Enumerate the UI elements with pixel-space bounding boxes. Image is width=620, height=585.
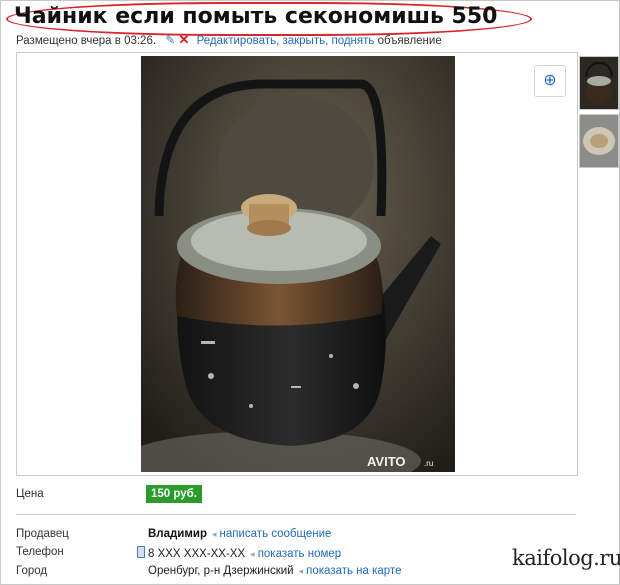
phone-number: 8 XXX XXX-XX-XX [148, 548, 246, 560]
meta-suffix: объявление [377, 35, 442, 47]
kettle-thumbnail-image [580, 57, 618, 109]
kettle-top-thumbnail-image [580, 115, 618, 167]
show-number-link[interactable]: показать номер [258, 548, 342, 560]
page-title: Чайник если помыть секономишь 550 [14, 4, 498, 29]
write-message-link[interactable]: написать сообщение [220, 528, 332, 540]
show-on-map-link[interactable]: показать на карте [306, 565, 401, 577]
city-row: Оренбург, р-н Дзержинский ◂ показать на ка… [148, 565, 401, 577]
thumbnail-2[interactable] [579, 114, 619, 168]
phone-icon [137, 546, 145, 558]
city-label: Город [16, 565, 48, 577]
city-value: Оренбург, р-н Дзержинский [148, 565, 294, 577]
arrow-left-icon: ◂ [250, 549, 255, 559]
avito-watermark: AVITO [367, 454, 406, 469]
kettle-image: AVITO .ru [141, 56, 455, 472]
edit-close-raise-link[interactable]: Редактировать, закрыть, поднять [197, 35, 375, 47]
pencil-icon[interactable]: ✎ [165, 33, 175, 47]
arrow-left-icon: ◂ [298, 566, 304, 576]
seller-name: Владимир [148, 528, 207, 540]
site-watermark: kaifolog.ru [512, 546, 620, 570]
ad-meta: Размещено вчера в 03:26. ✎ ✕ Редактирова… [16, 32, 442, 48]
phone-row: 8 XXX XXX-XX-XX ◂ показать номер [137, 546, 341, 560]
price-label: Цена [16, 488, 44, 500]
phone-label: Телефон [16, 546, 64, 558]
thumbnail-1[interactable] [579, 56, 619, 110]
divider [16, 514, 576, 515]
main-photo[interactable]: AVITO .ru [141, 56, 455, 472]
posted-time: Размещено вчера в 03:26. [16, 35, 157, 47]
seller-row: Владимир ◂ написать сообщение [148, 528, 331, 540]
arrow-left-icon: ◂ [211, 529, 217, 539]
photo-gallery: AVITO .ru ⊕ [16, 52, 578, 476]
seller-label: Продавец [16, 528, 69, 540]
delete-icon[interactable]: ✕ [179, 32, 190, 47]
zoom-in-icon[interactable]: ⊕ [534, 65, 566, 97]
avito-watermark-suffix: .ru [424, 459, 433, 468]
price-badge: 150 руб. [146, 485, 202, 503]
